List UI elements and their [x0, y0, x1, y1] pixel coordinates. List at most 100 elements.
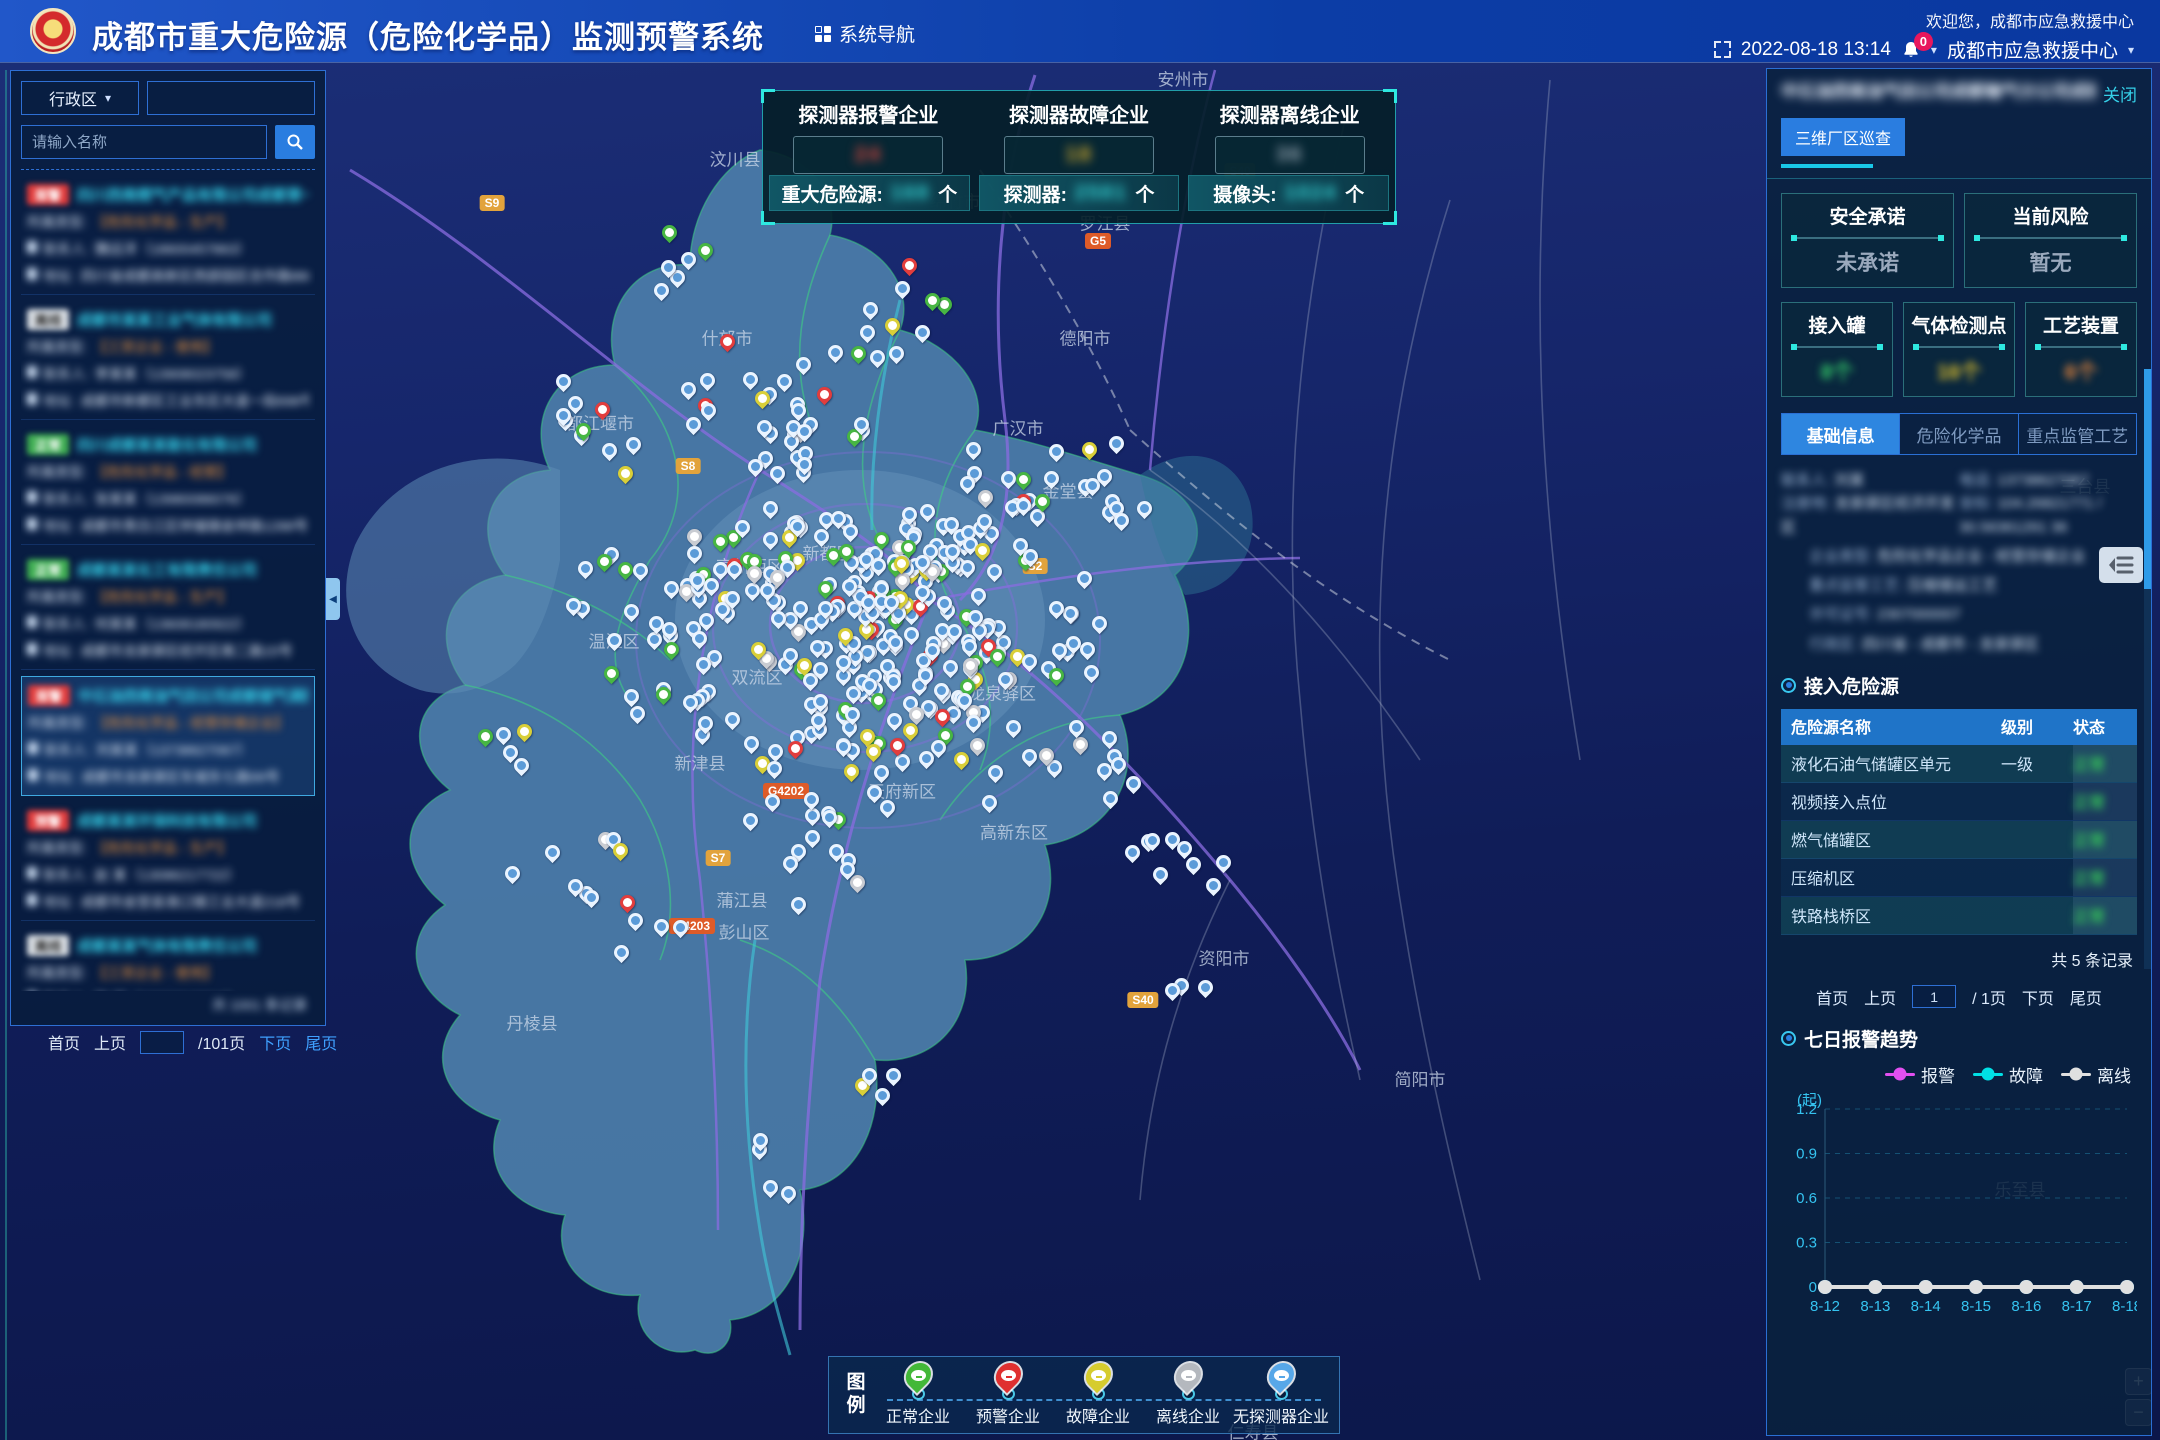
map-pin[interactable] [825, 342, 846, 363]
map-pin[interactable] [760, 1177, 781, 1198]
enterprise-list-item[interactable]: 离线 成都市某某工业气体有限公司 所属类型:【工贸企业 - 使用】 联系人:李某… [21, 301, 315, 420]
map-pin[interactable] [892, 278, 913, 299]
map-pin[interactable] [800, 789, 821, 810]
map-pin[interactable] [1195, 977, 1216, 998]
map-pin[interactable] [621, 686, 642, 707]
map-pin[interactable] [502, 863, 523, 884]
map-pin[interactable] [762, 791, 783, 812]
map-pin[interactable] [886, 343, 907, 364]
map-pin[interactable] [678, 249, 699, 270]
map-pin[interactable] [1106, 433, 1127, 454]
map-pin[interactable] [985, 762, 1006, 783]
map-pin[interactable] [684, 543, 705, 564]
map-pin[interactable] [883, 1065, 904, 1086]
hazard-table-row[interactable]: 压缩机区 正常 [1781, 859, 2137, 897]
map-pin[interactable] [475, 726, 496, 747]
map-pin[interactable] [651, 280, 672, 301]
map-pin[interactable] [1013, 469, 1034, 490]
map-pin[interactable] [601, 663, 622, 684]
map-pin[interactable] [630, 560, 651, 581]
page-last[interactable]: 尾页 [305, 1030, 337, 1054]
map-pin[interactable] [739, 369, 760, 390]
map-pin[interactable] [1123, 773, 1144, 794]
detail-tab[interactable]: 危险化学品 [1900, 414, 2018, 454]
map-pin[interactable] [661, 639, 682, 660]
map-pin[interactable] [975, 487, 996, 508]
map-pin[interactable] [793, 354, 814, 375]
map-pin[interactable] [778, 1183, 799, 1204]
map-pin[interactable] [877, 797, 898, 818]
map-pin[interactable] [542, 841, 563, 862]
map-pin[interactable] [864, 782, 885, 803]
detail-tab[interactable]: 重点监管工艺 [2019, 414, 2136, 454]
map-pin[interactable] [1041, 467, 1062, 488]
map-pin[interactable] [767, 463, 788, 484]
map-pin[interactable] [1080, 661, 1101, 682]
page-first[interactable]: 首页 [48, 1030, 80, 1054]
map-pin[interactable] [621, 601, 642, 622]
map-pin[interactable] [916, 501, 937, 522]
map-pin[interactable] [493, 724, 514, 745]
map-pin[interactable] [1099, 728, 1120, 749]
map-pin[interactable] [1203, 875, 1224, 896]
map-pin[interactable] [575, 558, 596, 579]
page-next[interactable]: 下页 [259, 1030, 291, 1054]
panel-scrollbar[interactable] [2144, 369, 2151, 969]
map-pin[interactable] [615, 463, 636, 484]
map-pin[interactable] [740, 810, 761, 831]
map-pin[interactable] [1100, 787, 1121, 808]
detail-tab[interactable]: 基础信息 [1782, 414, 1900, 454]
map-pin[interactable] [963, 439, 984, 460]
map-pin[interactable] [802, 827, 823, 848]
enterprise-list-item[interactable]: 预警 成都某某环保科技有限公司 所属类型:【危险化学品 - 生产】 联系人:赵 … [21, 802, 315, 921]
map-pin[interactable] [1212, 852, 1233, 873]
chart-legend-item[interactable]: 故障 [1973, 1062, 2043, 1087]
search-input[interactable] [21, 125, 267, 159]
panel-collapse-icon[interactable] [2099, 547, 2143, 583]
map-pin[interactable] [553, 371, 574, 392]
map-pin[interactable] [899, 255, 920, 276]
map-pin[interactable] [617, 892, 638, 913]
map-pin[interactable] [984, 561, 1005, 582]
page-number-input[interactable] [140, 1031, 184, 1054]
map-pin[interactable] [599, 440, 620, 461]
hazard-table-row[interactable]: 液化石油气储罐区单元 一级 正常 [1781, 745, 2137, 783]
map-pin[interactable] [912, 322, 933, 343]
map-pin[interactable] [901, 623, 922, 644]
hazard-table-row[interactable]: 燃气储罐区 正常 [1781, 821, 2137, 859]
map-pin[interactable] [867, 347, 888, 368]
map-pin[interactable] [625, 910, 646, 931]
map-pin[interactable] [683, 414, 704, 435]
map-pin[interactable] [760, 498, 781, 519]
chart-legend-item[interactable]: 离线 [2061, 1062, 2131, 1087]
user-menu[interactable]: 成都市应急救援中心 [1947, 36, 2118, 63]
user-caret-icon[interactable]: ▾ [2128, 43, 2134, 57]
system-nav-button[interactable]: 系统导航 [815, 20, 915, 47]
map-pin[interactable] [872, 1085, 893, 1106]
enterprise-list-item[interactable]: 报警 中石油西南油气田公司成都储气调配中心 所属类型:【危险化学品 - 经营存储… [21, 676, 315, 796]
map-pin[interactable] [651, 916, 672, 937]
map-pin[interactable] [513, 721, 534, 742]
region-value-input[interactable] [147, 81, 315, 115]
map-pin[interactable] [611, 942, 632, 963]
enterprise-list-item[interactable]: 正常 成都某某化工有限责任公司 所属类型:【危险化学品 - 生产】 联系人:何某… [21, 551, 315, 670]
region-filter-dropdown[interactable]: 行政区 ▾ [21, 81, 139, 115]
map-pin[interactable] [684, 526, 705, 547]
map-pin[interactable] [1003, 717, 1024, 738]
map-pin[interactable] [722, 709, 743, 730]
map-pin[interactable] [741, 732, 762, 753]
map-pin[interactable] [1046, 441, 1067, 462]
hz-page-first[interactable]: 首页 [1816, 985, 1848, 1009]
hazard-table-row[interactable]: 铁路栈桥区 正常 [1781, 897, 2137, 935]
map-pin[interactable] [1089, 613, 1110, 634]
map-pin[interactable] [695, 240, 716, 261]
enterprise-list-item[interactable]: 离线 成都某某气体有限责任公司 所属类型:【工贸企业 - 使用】 联系人:陈 某… [21, 927, 315, 991]
hz-page-last[interactable]: 尾页 [2070, 985, 2102, 1009]
map-pin[interactable] [658, 222, 679, 243]
map-pin[interactable] [1150, 864, 1171, 885]
map-pin[interactable] [788, 894, 809, 915]
map-pin[interactable] [860, 299, 881, 320]
hz-page-next[interactable]: 下页 [2022, 985, 2054, 1009]
hz-page-input[interactable] [1912, 985, 1956, 1008]
hazard-table-row[interactable]: 视频接入点位 正常 [1781, 783, 2137, 821]
